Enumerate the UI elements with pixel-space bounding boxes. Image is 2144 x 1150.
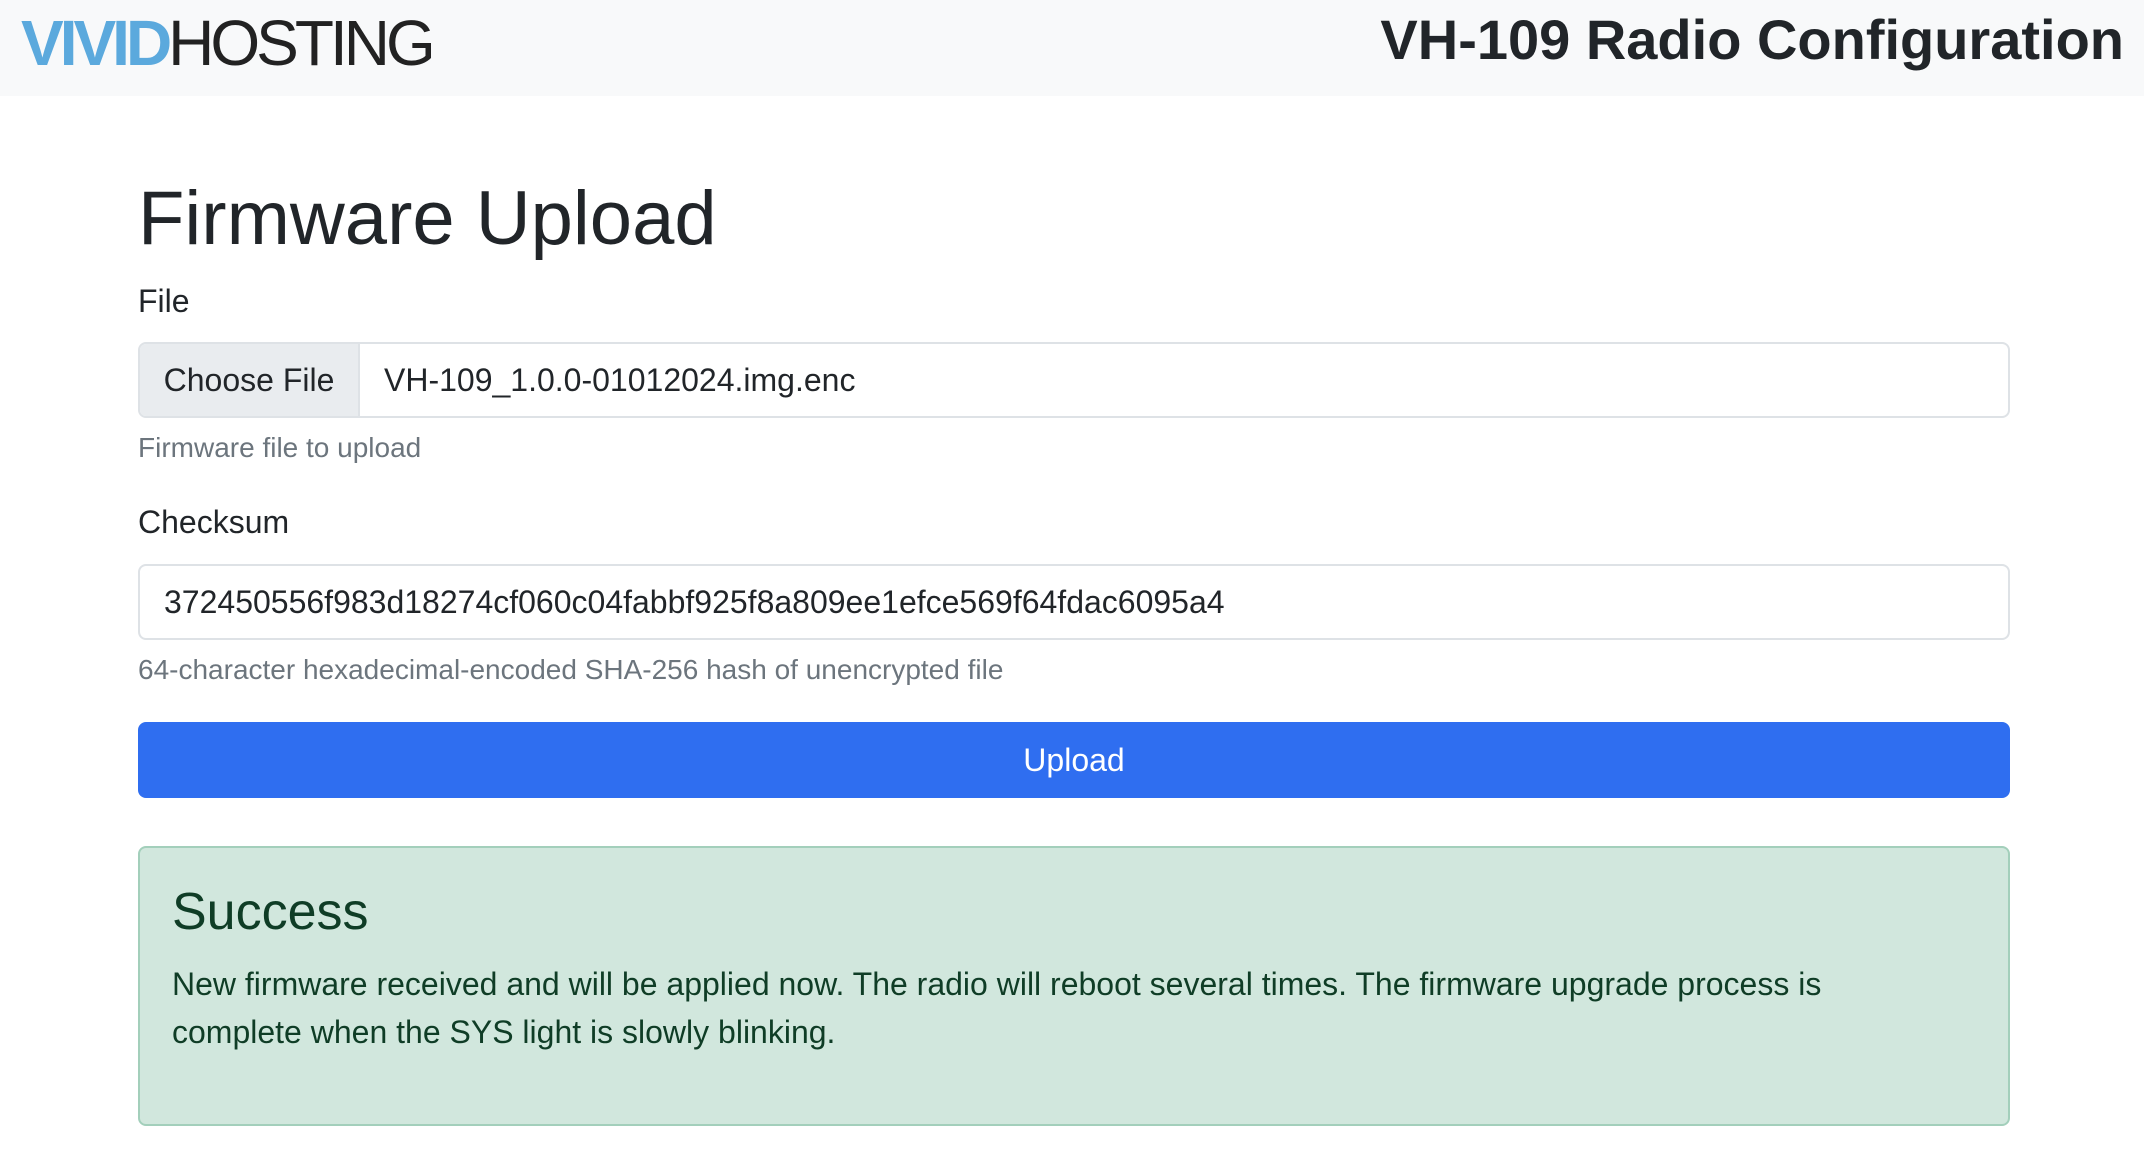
selected-file-name: VH-109_1.0.0-01012024.img.enc bbox=[384, 361, 856, 398]
choose-file-button[interactable]: Choose File bbox=[140, 344, 360, 416]
checksum-input[interactable] bbox=[138, 564, 2010, 640]
brand-logo-vivid: VIVID bbox=[21, 7, 172, 79]
page-title: Firmware Upload bbox=[138, 176, 717, 261]
alert-heading: Success bbox=[172, 883, 369, 941]
file-help-text: Firmware file to upload bbox=[138, 432, 422, 463]
app-title: VH-109 Radio Configuration bbox=[1380, 8, 2124, 71]
success-alert: Success New firmware received and will b… bbox=[138, 846, 2010, 1126]
file-input[interactable]: Choose File VH-109_1.0.0-01012024.img.en… bbox=[138, 342, 2010, 418]
brand-logo-hosting: HOSTING bbox=[168, 7, 436, 79]
brand-logo[interactable]: VIVIDHOSTING bbox=[21, 7, 436, 79]
upload-button[interactable]: Upload bbox=[138, 722, 2010, 798]
navbar: VIVIDHOSTING VH-109 Radio Configuration bbox=[0, 0, 2144, 96]
checksum-help-text: 64-character hexadecimal-encoded SHA-256… bbox=[138, 654, 1004, 685]
alert-message: New firmware received and will be applie… bbox=[172, 966, 1822, 1050]
checksum-label: Checksum bbox=[138, 504, 290, 540]
file-label: File bbox=[138, 283, 190, 319]
